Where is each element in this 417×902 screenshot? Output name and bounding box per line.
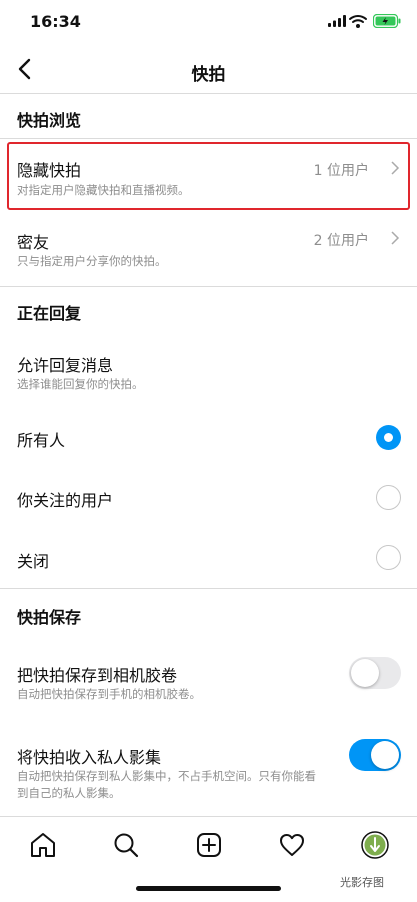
heart-icon[interactable]: [278, 831, 306, 859]
home-icon[interactable]: [29, 831, 57, 859]
save-camera-roll-subtitle: 自动把快拍保存到手机的相机胶卷。: [17, 687, 201, 701]
save-archive-toggle[interactable]: [349, 739, 401, 771]
toggle-knob: [351, 659, 379, 687]
status-time: 16:34: [30, 12, 81, 31]
save-archive-subtitle-line1: 自动把快拍保存到私人影集中，不占手机空间。只有你能看: [17, 769, 316, 783]
status-bar: 16:34: [0, 0, 417, 46]
search-icon[interactable]: [112, 831, 140, 859]
highlight-box: [7, 142, 410, 210]
section-saving-heading: 快拍保存: [17, 608, 82, 627]
nav-header: 快拍: [0, 46, 417, 94]
divider: [0, 588, 417, 589]
save-camera-roll-title: 把快拍保存到相机胶卷: [17, 666, 178, 685]
divider: [0, 138, 417, 139]
reply-option-label: 你关注的用户: [17, 491, 114, 510]
allow-replies-title: 允许回复消息: [17, 356, 114, 375]
cellular-signal-icon: [328, 15, 346, 27]
save-archive-subtitle-line2: 到自己的私人影集。: [17, 786, 121, 800]
close-friends-subtitle: 只与指定用户分享你的快拍。: [17, 254, 167, 268]
chevron-right-icon: [391, 231, 400, 245]
watermark-text: 光影存图: [340, 876, 384, 889]
new-post-icon[interactable]: [195, 831, 223, 859]
save-camera-roll-toggle[interactable]: [349, 657, 401, 689]
profile-avatar-icon[interactable]: [361, 831, 389, 859]
radio-unselected[interactable]: [376, 485, 401, 510]
reply-option-label: 关闭: [17, 552, 50, 571]
radio-selected[interactable]: [376, 425, 401, 450]
close-friends-count: 2 位用户: [313, 233, 369, 249]
page-title: 快拍: [191, 65, 226, 85]
reply-option-label: 所有人: [17, 431, 66, 450]
divider: [0, 286, 417, 287]
battery-icon: [373, 14, 401, 28]
save-archive-title: 将快拍收入私人影集: [17, 748, 162, 767]
wifi-icon: [349, 15, 367, 28]
radio-unselected[interactable]: [376, 545, 401, 570]
toggle-knob: [371, 741, 399, 769]
allow-replies-subtitle: 选择谁能回复你的快拍。: [17, 377, 144, 391]
section-browse-heading: 快拍浏览: [17, 111, 82, 130]
home-indicator: [136, 886, 281, 891]
section-replies-heading: 正在回复: [17, 304, 82, 323]
close-friends-title: 密友: [17, 233, 50, 252]
